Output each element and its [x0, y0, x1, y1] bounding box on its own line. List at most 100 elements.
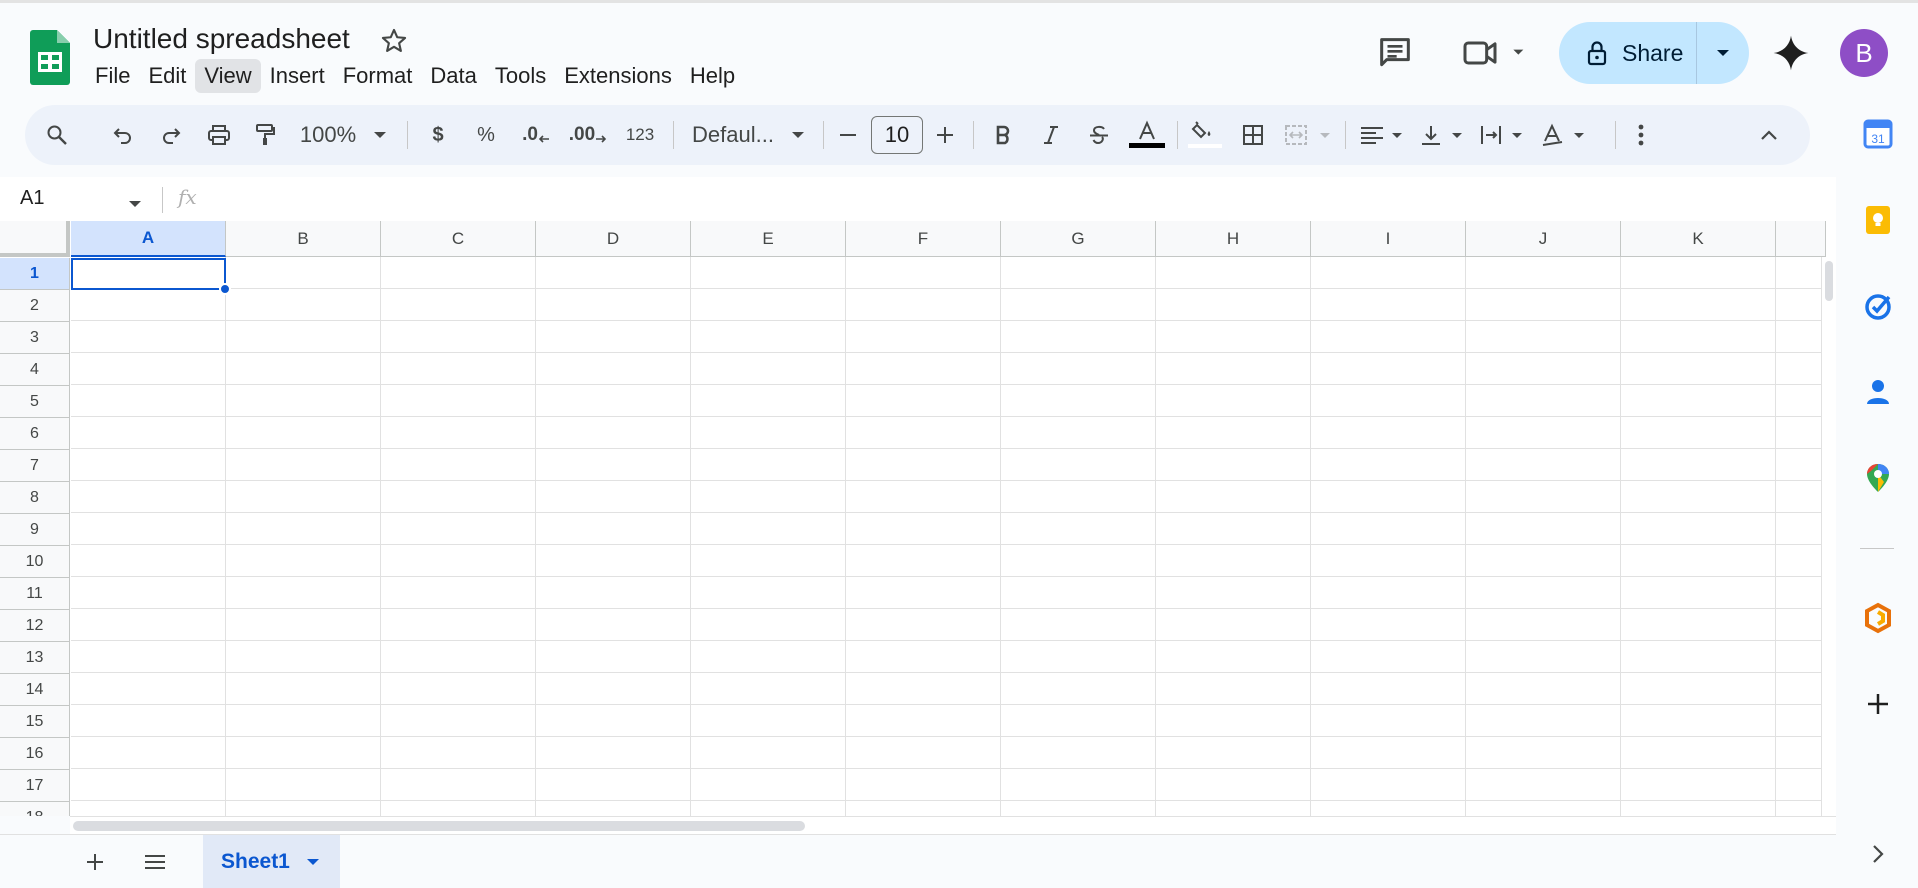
zoom-dropdown-icon[interactable]: [369, 105, 391, 165]
menu-view[interactable]: View: [195, 59, 261, 93]
font-size-input[interactable]: 10: [871, 116, 923, 154]
horizontal-align-icon[interactable]: [1355, 105, 1411, 165]
menu-edit[interactable]: Edit: [139, 59, 195, 93]
comments-icon[interactable]: [1375, 33, 1415, 73]
add-sheet-icon[interactable]: [78, 845, 112, 879]
strikethrough-icon[interactable]: [1081, 105, 1117, 165]
horizontal-scrollbar[interactable]: [70, 816, 1836, 834]
decrease-font-size-icon[interactable]: [833, 105, 863, 165]
menu-format[interactable]: Format: [334, 59, 422, 93]
menu-help[interactable]: Help: [681, 59, 744, 93]
share-dropdown-arrow-icon[interactable]: [1697, 22, 1749, 84]
name-box[interactable]: A1: [20, 187, 44, 210]
menu-tools[interactable]: Tools: [486, 59, 555, 93]
menu-data[interactable]: Data: [421, 59, 485, 93]
row-header[interactable]: 13: [0, 642, 70, 674]
more-vert-icon[interactable]: [1623, 105, 1659, 165]
bold-icon[interactable]: [985, 105, 1021, 165]
font-dropdown-icon[interactable]: [787, 105, 809, 165]
row-header[interactable]: 17: [0, 770, 70, 802]
maps-icon[interactable]: [1862, 462, 1894, 494]
select-all-corner[interactable]: [0, 221, 70, 257]
cell-area[interactable]: [71, 257, 1821, 816]
column-header[interactable]: F: [846, 221, 1001, 257]
column-header[interactable]: J: [1466, 221, 1621, 257]
increase-font-size-icon[interactable]: [930, 105, 960, 165]
column-header[interactable]: A: [71, 221, 226, 257]
paint-format-icon[interactable]: [247, 105, 283, 165]
column-header[interactable]: [1776, 221, 1826, 257]
expand-panel-icon[interactable]: [1862, 838, 1894, 870]
row-header[interactable]: 18: [0, 802, 70, 816]
more-formats-button[interactable]: 123: [618, 105, 662, 165]
row-header[interactable]: 3: [0, 322, 70, 354]
account-avatar[interactable]: B: [1840, 29, 1888, 77]
tasks-icon[interactable]: [1862, 290, 1894, 322]
column-header[interactable]: H: [1156, 221, 1311, 257]
currency-format-button[interactable]: $: [420, 105, 456, 165]
decrease-decimal-button[interactable]: .0: [516, 105, 556, 165]
zoom-select[interactable]: 100%: [293, 105, 363, 165]
column-header[interactable]: G: [1001, 221, 1156, 257]
spreadsheet-grid[interactable]: ABCDEFGHIJK 123456789101112131415161718: [0, 221, 1836, 816]
sheet-tab-sheet1[interactable]: Sheet1: [203, 835, 340, 888]
all-sheets-menu-icon[interactable]: [138, 845, 172, 879]
redo-icon[interactable]: [153, 105, 189, 165]
column-header[interactable]: B: [226, 221, 381, 257]
text-color-icon[interactable]: [1127, 105, 1167, 165]
column-header[interactable]: D: [536, 221, 691, 257]
share-main[interactable]: Share: [1559, 22, 1697, 84]
column-header[interactable]: K: [1621, 221, 1776, 257]
font-family-select[interactable]: Defaul...: [683, 105, 783, 165]
row-header[interactable]: 15: [0, 706, 70, 738]
menu-insert[interactable]: Insert: [261, 59, 334, 93]
formula-input[interactable]: [215, 183, 1815, 215]
row-header[interactable]: 4: [0, 354, 70, 386]
borders-icon[interactable]: [1233, 105, 1273, 165]
vertical-align-icon[interactable]: [1415, 105, 1471, 165]
contacts-icon[interactable]: [1862, 376, 1894, 408]
share-button[interactable]: Share: [1559, 22, 1749, 84]
calendar-icon[interactable]: 31: [1862, 118, 1894, 150]
menu-file[interactable]: File: [86, 59, 139, 93]
increase-decimal-button[interactable]: .00: [566, 105, 610, 165]
fill-color-icon[interactable]: [1185, 105, 1225, 165]
search-menus-icon[interactable]: [37, 105, 77, 165]
vertical-scrollbar[interactable]: [1821, 257, 1836, 816]
row-header[interactable]: 11: [0, 578, 70, 610]
text-rotation-icon[interactable]: [1537, 105, 1593, 165]
row-header[interactable]: 2: [0, 290, 70, 322]
row-header[interactable]: 10: [0, 546, 70, 578]
row-header[interactable]: 14: [0, 674, 70, 706]
row-header[interactable]: 1: [0, 258, 70, 290]
row-header[interactable]: 5: [0, 386, 70, 418]
percent-format-button[interactable]: %: [468, 105, 504, 165]
name-box-dropdown-icon[interactable]: [128, 195, 142, 213]
undo-icon[interactable]: [105, 105, 141, 165]
active-cell-outline[interactable]: [71, 258, 226, 290]
sheets-logo-icon[interactable]: [30, 30, 70, 85]
gemini-sparkle-icon[interactable]: [1772, 34, 1810, 72]
italic-icon[interactable]: [1033, 105, 1069, 165]
row-header[interactable]: 9: [0, 514, 70, 546]
print-icon[interactable]: [201, 105, 237, 165]
star-icon[interactable]: [380, 27, 408, 55]
document-title[interactable]: Untitled spreadsheet: [93, 23, 350, 55]
horizontal-scroll-thumb[interactable]: [73, 821, 805, 831]
row-header[interactable]: 16: [0, 738, 70, 770]
office-addon-icon[interactable]: [1862, 602, 1894, 634]
add-addon-icon[interactable]: [1862, 688, 1894, 720]
vertical-scroll-thumb[interactable]: [1825, 261, 1833, 301]
row-header[interactable]: 12: [0, 610, 70, 642]
row-header[interactable]: 8: [0, 482, 70, 514]
keep-icon[interactable]: [1862, 204, 1894, 236]
collapse-toolbar-icon[interactable]: [1751, 105, 1787, 165]
column-header[interactable]: I: [1311, 221, 1466, 257]
column-header[interactable]: E: [691, 221, 846, 257]
sheet-tab-dropdown-icon[interactable]: [306, 858, 320, 866]
menu-extensions[interactable]: Extensions: [555, 59, 681, 93]
row-header[interactable]: 7: [0, 450, 70, 482]
fill-handle[interactable]: [219, 283, 231, 295]
meet-button[interactable]: [1460, 33, 1530, 73]
row-header[interactable]: 6: [0, 418, 70, 450]
